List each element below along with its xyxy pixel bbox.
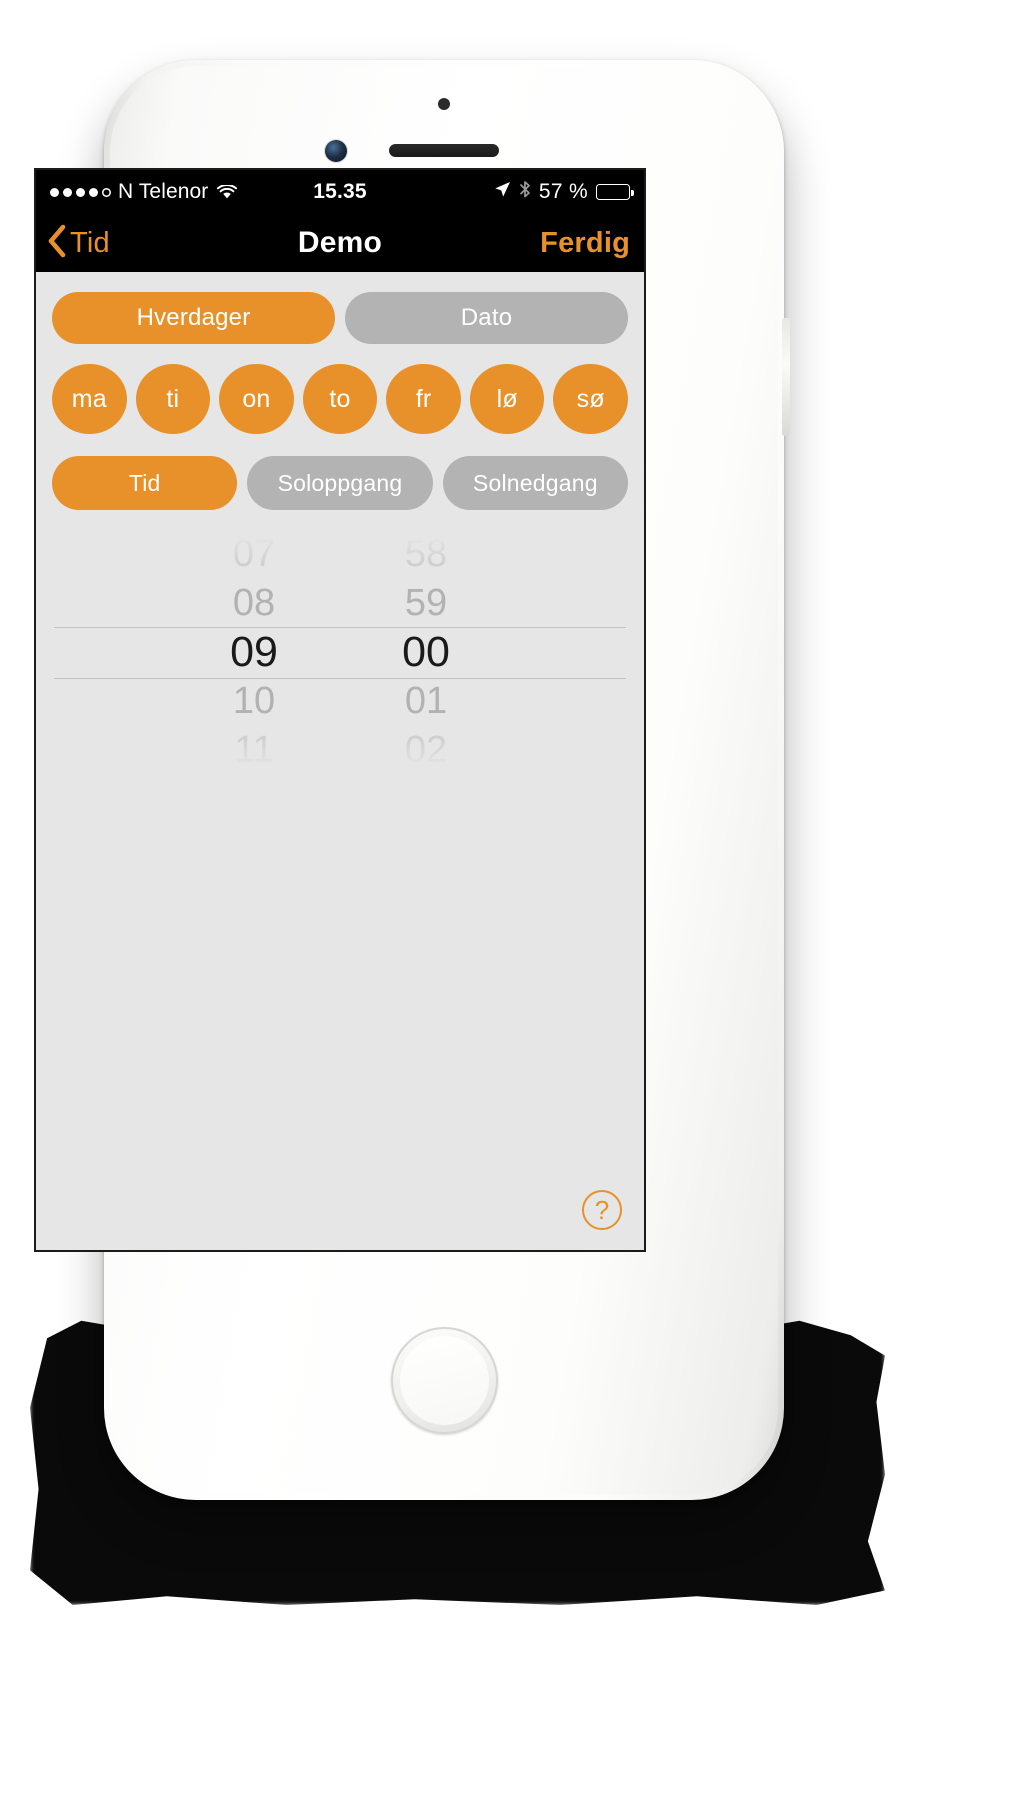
bluetooth-icon bbox=[519, 180, 531, 205]
location-arrow-icon bbox=[494, 180, 511, 204]
main-content: Hverdager Dato ma ti on to fr lø sø Tid Soloppga… bbox=[36, 272, 644, 1250]
mode-option-dato[interactable]: Dato bbox=[345, 292, 628, 344]
minute-picker-column[interactable]: 58 59 00 01 02 bbox=[360, 530, 492, 775]
picker-selection-line-top bbox=[54, 627, 626, 628]
time-source-segmented-control: Tid Soloppgang Solnedgang bbox=[36, 456, 644, 510]
screenshot-canvas: N Telenor 15.35 57 % Tid Demo Ferdig Hve… bbox=[0, 0, 1024, 1811]
minute-option[interactable]: 01 bbox=[360, 677, 492, 726]
weekday-ma[interactable]: ma bbox=[52, 364, 127, 434]
power-button[interactable] bbox=[782, 318, 790, 436]
question-mark-icon: ? bbox=[594, 1195, 610, 1225]
weekday-on[interactable]: on bbox=[219, 364, 294, 434]
proximity-sensor bbox=[438, 98, 450, 110]
source-option-tid[interactable]: Tid bbox=[52, 456, 238, 510]
done-button[interactable]: Ferdig bbox=[540, 227, 644, 260]
picker-selection-line-bottom bbox=[54, 678, 626, 679]
picker-bottom-fade bbox=[36, 738, 644, 772]
weekday-to[interactable]: to bbox=[302, 364, 378, 434]
minute-option[interactable]: 58 bbox=[360, 530, 492, 579]
hour-option[interactable]: 07 bbox=[188, 530, 320, 579]
hour-option[interactable]: 10 bbox=[188, 677, 320, 726]
help-button[interactable]: ? bbox=[582, 1190, 622, 1230]
hour-option[interactable]: 08 bbox=[188, 579, 320, 628]
source-option-soloppgang[interactable]: Soloppgang bbox=[247, 456, 433, 510]
hour-option[interactable]: 11 bbox=[188, 726, 320, 775]
weekday-selector: ma ti on to fr lø sø bbox=[36, 364, 644, 434]
status-bar: N Telenor 15.35 57 % bbox=[36, 170, 644, 214]
picker-top-fade bbox=[36, 532, 644, 564]
battery-icon bbox=[596, 184, 634, 200]
weekday-fr[interactable]: fr bbox=[386, 364, 461, 434]
mode-option-hverdager[interactable]: Hverdager bbox=[52, 292, 335, 344]
phone-screen: N Telenor 15.35 57 % Tid Demo Ferdig Hve… bbox=[36, 170, 644, 1250]
status-bar-right: 57 % bbox=[494, 180, 634, 205]
navigation-bar: Tid Demo Ferdig bbox=[36, 214, 644, 272]
time-picker[interactable]: 07 08 09 10 11 58 59 00 01 02 bbox=[36, 532, 644, 772]
home-button[interactable] bbox=[391, 1327, 498, 1434]
weekday-sø[interactable]: sø bbox=[553, 364, 629, 434]
minute-option[interactable]: 59 bbox=[360, 579, 492, 628]
minute-option[interactable]: 02 bbox=[360, 726, 492, 775]
minute-option-selected[interactable]: 00 bbox=[360, 628, 492, 677]
source-option-solnedgang[interactable]: Solnedgang bbox=[442, 456, 628, 510]
hour-picker-column[interactable]: 07 08 09 10 11 bbox=[188, 530, 320, 775]
mode-segmented-control: Hverdager Dato bbox=[36, 272, 644, 344]
battery-percentage-label: 57 % bbox=[538, 180, 588, 203]
hour-option-selected[interactable]: 09 bbox=[188, 628, 320, 677]
weekday-ti[interactable]: ti bbox=[135, 364, 211, 434]
front-camera-icon bbox=[325, 140, 347, 162]
weekday-lø[interactable]: lø bbox=[469, 364, 545, 434]
earpiece-speaker bbox=[389, 144, 499, 157]
